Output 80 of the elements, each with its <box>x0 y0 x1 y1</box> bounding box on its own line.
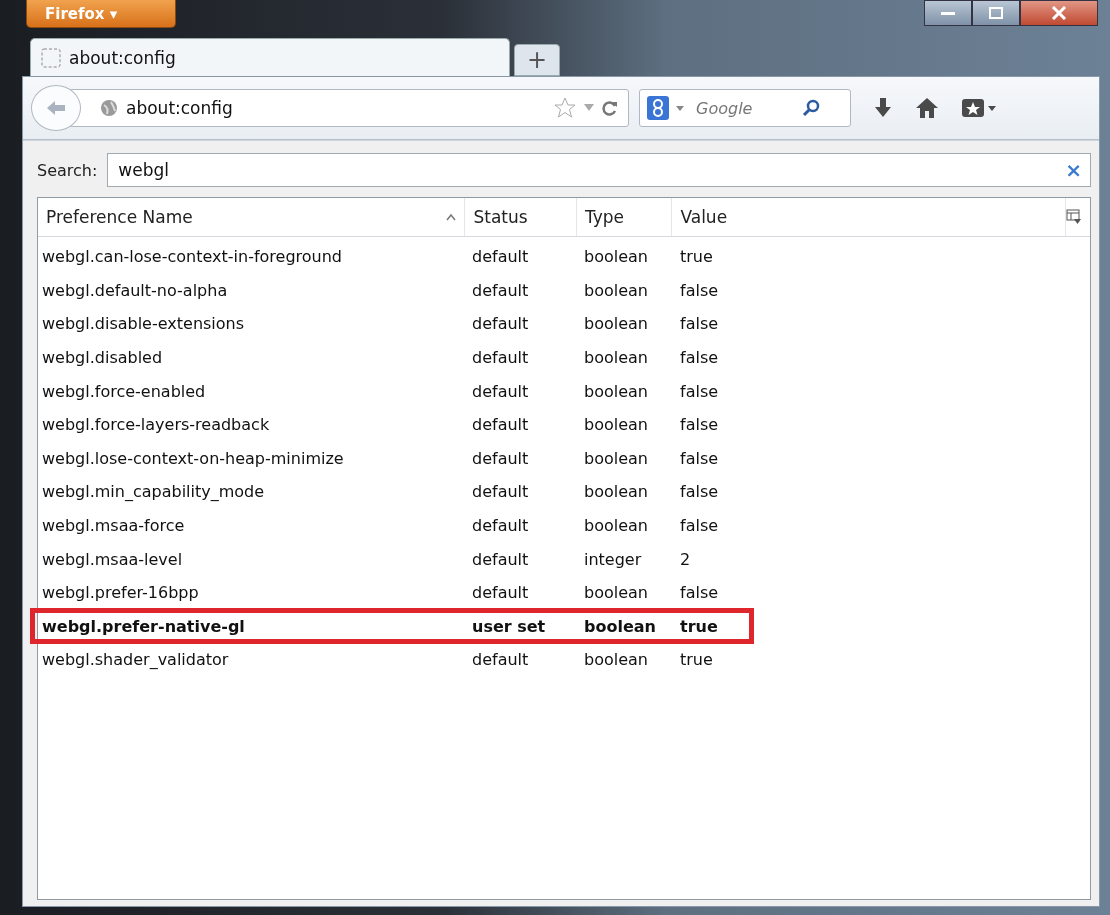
table-cell-text: webgl.min_capability_mode <box>41 482 266 502</box>
table-cell-text: false <box>679 583 720 603</box>
back-arrow-icon <box>45 99 67 117</box>
search-field[interactable]: webgl × <box>107 153 1091 187</box>
table-cell-text: webgl.prefer-native-gl <box>41 616 246 636</box>
table-cell-text: webgl.can-lose-context-in-foreground <box>41 247 343 267</box>
table-cell-text: boolean <box>583 448 649 468</box>
close-icon <box>1051 6 1067 20</box>
home-icon[interactable] <box>915 97 939 119</box>
column-header[interactable]: Type <box>576 198 673 236</box>
new-tab-button[interactable]: + <box>514 44 560 76</box>
table-cell-text: default <box>471 280 530 300</box>
table-cell-text: webgl.disabled <box>41 348 164 368</box>
column-header[interactable]: Status <box>465 198 577 236</box>
close-button[interactable] <box>1020 0 1098 26</box>
table-cell-text: 2 <box>679 549 692 569</box>
table-cell-text: boolean <box>583 280 649 300</box>
globe-icon <box>100 99 118 117</box>
table-cell-text: boolean <box>583 247 649 267</box>
table-cell-text: false <box>679 482 720 502</box>
search-label: Search: <box>37 160 98 180</box>
table-cell-text: true <box>679 616 719 636</box>
table-cell-text: default <box>471 448 530 468</box>
table-cell-text: default <box>471 314 530 334</box>
table-cell-text: webgl.disable-extensions <box>41 314 246 334</box>
column-header[interactable]: Preference Name <box>38 198 466 236</box>
search-input[interactable]: Google <box>694 97 798 119</box>
table-cell-text: boolean <box>583 616 657 636</box>
table-cell-text: webgl.default-no-alpha <box>41 280 229 300</box>
table-cell-text: default <box>471 549 530 569</box>
table-cell-text: user set <box>471 616 547 636</box>
table-cell-text: false <box>679 348 720 368</box>
reload-icon[interactable] <box>602 100 618 116</box>
maximize-icon <box>989 7 1003 19</box>
table-cell-text: webgl.force-enabled <box>41 381 207 401</box>
browser-tab[interactable]: about:config <box>30 38 510 76</box>
table-cell-text: default <box>471 381 530 401</box>
table-cell-text: webgl.lose-context-on-heap-minimize <box>41 448 345 468</box>
bookmarks-menu-icon[interactable] <box>961 97 997 119</box>
url-field[interactable]: about:config <box>69 89 629 127</box>
table-cell-text: webgl.force-layers-readback <box>41 415 271 435</box>
table-cell-text: false <box>679 381 720 401</box>
table-cell-text: default <box>471 650 530 670</box>
blank-page-icon <box>41 47 61 68</box>
table-cell-text: default <box>471 348 530 368</box>
table-cell-text: webgl.msaa-level <box>41 549 184 569</box>
table-cell-text: false <box>679 448 720 468</box>
table-cell-text: false <box>679 314 720 334</box>
table-cell-text: boolean <box>583 348 649 368</box>
minimize-icon <box>941 10 955 16</box>
table-cell-text: boolean <box>583 516 649 536</box>
table-cell-text: integer <box>583 549 643 569</box>
table-cell-text: boolean <box>583 314 649 334</box>
table-cell-text: default <box>471 247 530 267</box>
table-cell-text: boolean <box>583 583 649 603</box>
column-header[interactable]: Value <box>672 198 1067 236</box>
table-cell-text: boolean <box>583 381 649 401</box>
table-cell-text: default <box>471 482 530 502</box>
table-cell-text: default <box>471 415 530 435</box>
table-cell-text: default <box>471 516 530 536</box>
table-cell-text: true <box>679 650 714 670</box>
table-cell-text: default <box>471 583 530 603</box>
star-icon[interactable] <box>554 97 576 119</box>
table-cell-text: webgl.prefer-16bpp <box>41 583 200 603</box>
table-cell-text: true <box>679 247 714 267</box>
search-icon[interactable] <box>802 99 820 117</box>
table-cell-text: boolean <box>583 415 649 435</box>
table-cell-text: boolean <box>583 650 649 670</box>
minimize-button[interactable] <box>924 0 972 26</box>
column-picker-icon[interactable] <box>1066 209 1082 225</box>
table-cell-text: boolean <box>583 482 649 502</box>
table-cell-text: false <box>679 516 720 536</box>
table-cell-text: false <box>679 415 720 435</box>
sort-ascending-icon <box>446 213 457 221</box>
table-cell-text: false <box>679 280 720 300</box>
table-cell-text: webgl.shader_validator <box>41 650 230 670</box>
table-cell-text: webgl.msaa-force <box>41 516 186 536</box>
search-bar[interactable]: Google <box>639 89 851 127</box>
download-icon[interactable] <box>873 97 893 119</box>
maximize-button[interactable] <box>972 0 1020 26</box>
